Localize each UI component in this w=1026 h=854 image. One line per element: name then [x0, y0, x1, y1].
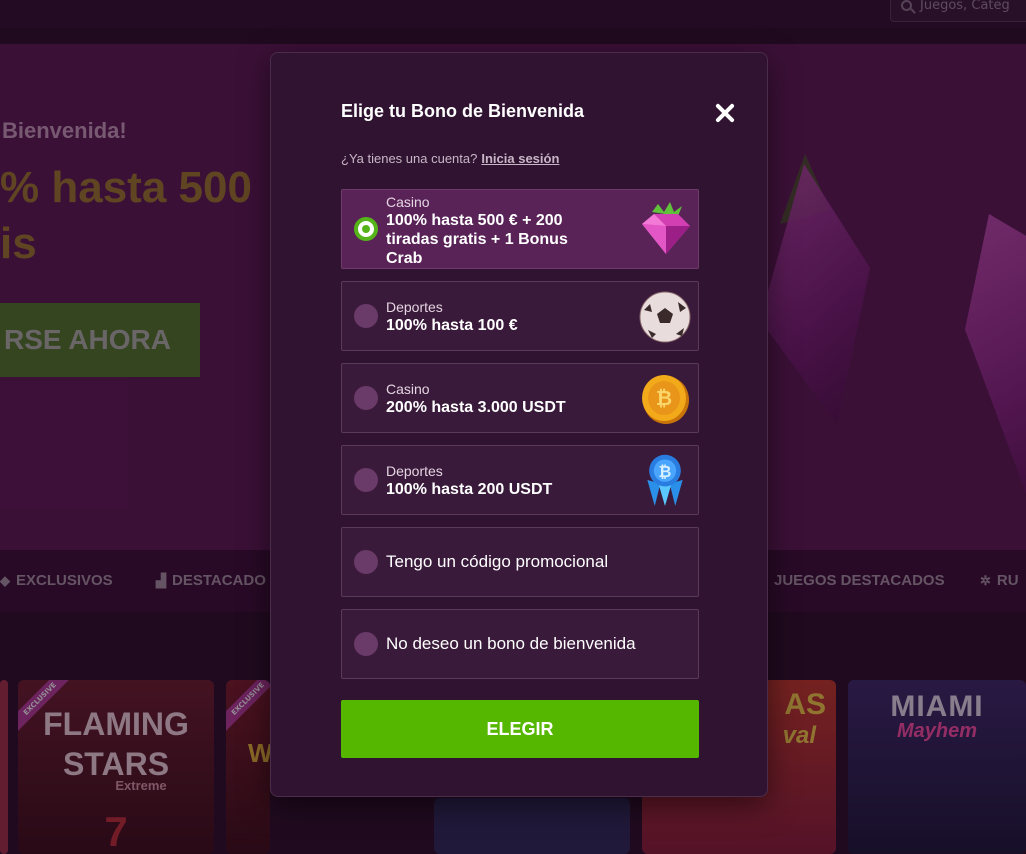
radio-unselected[interactable]	[354, 550, 378, 574]
option-category: Casino	[386, 194, 430, 210]
bonus-option-sports-100[interactable]: Deportes 100% hasta 100 €	[341, 281, 699, 351]
bitcoin-coin-icon: ₿	[642, 375, 689, 424]
account-question: ¿Ya tienes una cuenta?	[341, 151, 478, 166]
bonus-option-casino-usdt[interactable]: Casino 200% hasta 3.000 USDT ₿	[341, 363, 699, 433]
radio-selected[interactable]	[354, 217, 378, 241]
login-link[interactable]: Inicia sesión	[481, 151, 559, 166]
svg-text:₿: ₿	[659, 462, 672, 481]
option-category: Deportes	[386, 463, 443, 479]
bitcoin-crystal-icon: ₿	[647, 454, 683, 506]
modal-title: Elige tu Bono de Bienvenida	[341, 101, 585, 121]
bonus-option-casino-500[interactable]: Casino 100% hasta 500 € + 200 tiradas gr…	[341, 189, 699, 269]
close-icon[interactable]	[711, 99, 739, 127]
option-category: Deportes	[386, 299, 443, 315]
option-category: Casino	[386, 381, 430, 397]
option-description: 100% hasta 100 €	[386, 317, 518, 334]
option-description: 200% hasta 3.000 USDT	[386, 399, 566, 416]
radio-unselected[interactable]	[354, 632, 378, 656]
radio-unselected[interactable]	[354, 468, 378, 492]
bonus-option-promo-code[interactable]: Tengo un código promocional	[341, 527, 699, 597]
choose-button[interactable]: ELEGIR	[341, 700, 699, 758]
option-label: No deseo un bono de bienvenida	[386, 634, 636, 653]
soccer-ball-icon	[639, 291, 691, 343]
radio-unselected[interactable]	[354, 386, 378, 410]
pink-gem-icon	[642, 202, 690, 254]
account-prompt: ¿Ya tienes una cuenta? Inicia sesión	[341, 151, 559, 166]
option-label: Tengo un código promocional	[386, 552, 609, 571]
bonus-option-no-bonus[interactable]: No deseo un bono de bienvenida	[341, 609, 699, 679]
welcome-bonus-modal: Elige tu Bono de Bienvenida ¿Ya tienes u…	[270, 52, 768, 797]
bonus-option-sports-usdt[interactable]: Deportes 100% hasta 200 USDT ₿	[341, 445, 699, 515]
option-description: 100% hasta 500 € + 200 tiradas gratis + …	[386, 212, 568, 267]
svg-text:₿: ₿	[656, 386, 672, 410]
radio-unselected[interactable]	[354, 304, 378, 328]
option-description: 100% hasta 200 USDT	[386, 481, 553, 498]
